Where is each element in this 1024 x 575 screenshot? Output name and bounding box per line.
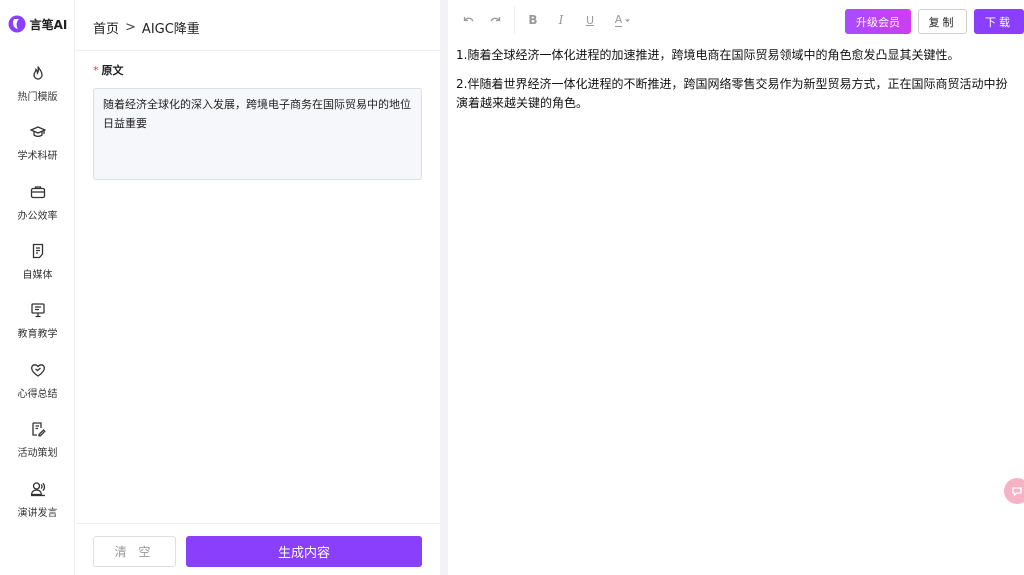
source-label: * 原文 xyxy=(93,62,124,78)
blackboard-icon xyxy=(30,303,45,318)
upgrade-membership-button[interactable]: 升级会员 xyxy=(845,9,911,34)
document-icon xyxy=(32,243,43,259)
sidebar-item-label: 活动策划 xyxy=(17,448,58,459)
sidebar-item-label: 演讲发言 xyxy=(17,508,58,519)
copy-button[interactable]: 复制 xyxy=(918,9,967,34)
source-text-input[interactable]: 随着经济全球化的深入发展，跨境电子商务在国际贸易中的地位日益重要 xyxy=(93,88,422,180)
heart-icon xyxy=(30,364,45,377)
sidebar-item-office[interactable]: 办公效率 xyxy=(0,184,75,234)
sidebar-item-label: 热门模版 xyxy=(17,92,58,103)
underline-button[interactable]: U xyxy=(583,10,597,30)
brand-logo-icon xyxy=(8,15,26,33)
font-color-button[interactable]: A xyxy=(612,10,634,30)
sidebar-item-label: 学术科研 xyxy=(17,151,58,162)
download-button[interactable]: 下载 xyxy=(974,9,1024,34)
input-panel: 首页 > AIGC降重 * 原文 随着经济全球化的深入发展，跨境电子商务在国际贸易… xyxy=(76,0,440,575)
undo-button[interactable] xyxy=(460,10,476,30)
breadcrumb-current: AIGC降重 xyxy=(141,21,200,37)
panel-gutter[interactable] xyxy=(440,0,448,575)
editor-content[interactable]: 1.随着全球经济一体化进程的加速推进，跨境电商在国际贸易领域中的角色愈发凸显其关… xyxy=(456,46,1016,123)
source-label-text: 原文 xyxy=(101,64,124,77)
sidebar-item-event-planning[interactable]: 活动策划 xyxy=(0,421,75,471)
breadcrumb-home[interactable]: 首页 xyxy=(93,18,119,37)
brand[interactable]: 言笔AI xyxy=(0,0,75,48)
chat-bubble-icon xyxy=(1012,487,1022,497)
sidebar: 言笔AI 热门模版 学术科研 办公效率 自媒体 教育教学 心得总结 活动策划 演… xyxy=(0,0,75,575)
font-color-label: A xyxy=(614,12,623,27)
fire-icon xyxy=(32,66,43,80)
floating-assistant-button[interactable] xyxy=(1004,478,1024,504)
footer-divider xyxy=(76,523,440,524)
breadcrumb-separator-icon: > xyxy=(125,19,136,35)
generate-button[interactable]: 生成内容 xyxy=(186,536,422,567)
briefcase-icon xyxy=(30,186,45,199)
sidebar-item-education[interactable]: 教育教学 xyxy=(0,302,75,352)
brand-name: 言笔AI xyxy=(29,17,68,32)
speaker-icon xyxy=(30,482,45,497)
clear-button[interactable]: 清 空 xyxy=(93,536,176,567)
bold-button[interactable]: B xyxy=(526,10,540,30)
sidebar-item-hot-templates[interactable]: 热门模版 xyxy=(0,65,75,115)
sidebar-item-label: 教育教学 xyxy=(17,329,58,340)
app-root: 言笔AI 热门模版 学术科研 办公效率 自媒体 教育教学 心得总结 活动策划 演… xyxy=(0,0,1024,575)
required-mark: * xyxy=(93,64,99,77)
sidebar-item-speech[interactable]: 演讲发言 xyxy=(0,481,75,531)
redo-icon xyxy=(489,16,500,21)
header-divider xyxy=(76,50,440,51)
sidebar-item-label: 办公效率 xyxy=(17,211,58,222)
result-editor: B I U A 升级会员 复制 下载 1.随着全球经济一体化进程的加速推进，跨境… xyxy=(448,0,1024,575)
result-paragraph: 2.伴随着世界经济一体化进程的不断推进，跨国网络零售交易作为新型贸易方式，正在国… xyxy=(456,77,1008,110)
sidebar-item-label: 自媒体 xyxy=(22,270,53,281)
italic-button[interactable]: I xyxy=(554,10,568,30)
sidebar-item-reflection[interactable]: 心得总结 xyxy=(0,362,75,412)
sidebar-item-self-media[interactable]: 自媒体 xyxy=(0,243,75,293)
sidebar-item-academic[interactable]: 学术科研 xyxy=(0,124,75,174)
toolbar-separator xyxy=(514,6,515,34)
undo-icon xyxy=(463,16,474,21)
sidebar-item-label: 心得总结 xyxy=(17,389,58,400)
result-paragraph: 1.随着全球经济一体化进程的加速推进，跨境电商在国际贸易领域中的角色愈发凸显其关… xyxy=(456,48,960,62)
redo-button[interactable] xyxy=(487,10,503,30)
breadcrumb: 首页 > AIGC降重 xyxy=(93,18,200,37)
edit-note-icon xyxy=(31,422,46,437)
editor-toolbar: B I U A 升级会员 复制 下载 xyxy=(448,0,1024,40)
graduation-cap-icon xyxy=(29,126,46,137)
caret-down-icon xyxy=(625,19,631,22)
